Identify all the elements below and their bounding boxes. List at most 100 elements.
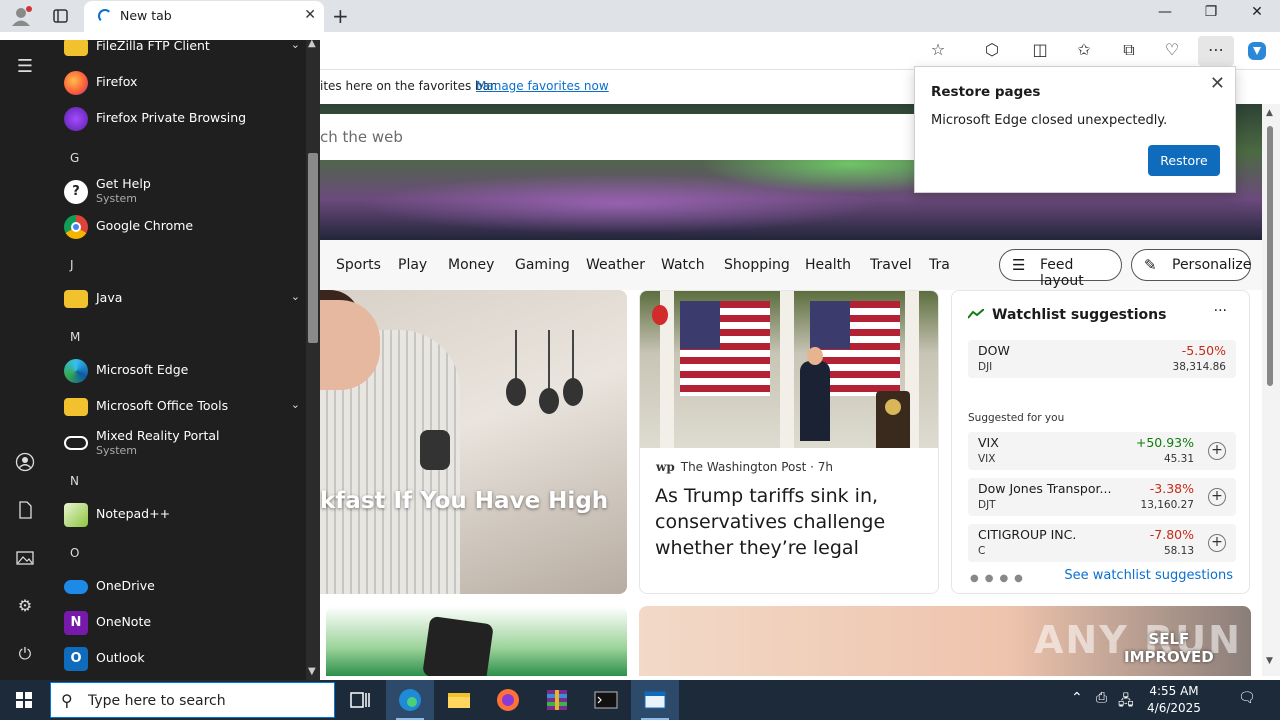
chevron-down-icon[interactable]: ⌄ xyxy=(291,398,300,411)
nav-item-health[interactable]: Health xyxy=(805,257,851,273)
app-onedrive[interactable]: OneDrive xyxy=(50,569,306,605)
news-card-main[interactable]: kfast If You Have High xyxy=(320,290,627,594)
add-icon[interactable]: + xyxy=(1208,488,1226,506)
taskbar-search-input[interactable]: ⚲ Type here to search xyxy=(50,682,335,718)
nav-item-sports[interactable]: Sports xyxy=(336,257,381,273)
app-mixed-reality[interactable]: Mixed Reality Portal System xyxy=(50,426,306,462)
app-firefox[interactable]: Firefox xyxy=(50,65,306,101)
manage-favorites-link[interactable]: Manage favorites now xyxy=(476,79,609,93)
task-view-icon[interactable] xyxy=(336,680,384,720)
app-office-tools[interactable]: Microsoft Office Tools ⌄ xyxy=(50,389,306,425)
taskbar-firefox-icon[interactable] xyxy=(484,680,532,720)
minimize-button[interactable]: — xyxy=(1142,4,1188,28)
power-icon[interactable]: ⏻ xyxy=(13,644,37,668)
news-card-phone[interactable] xyxy=(326,606,627,676)
letter-header-j[interactable]: J xyxy=(70,258,74,272)
page-scroll-thumb[interactable] xyxy=(1267,126,1273,386)
app-filezilla[interactable]: FileZilla FTP Client ⌄ xyxy=(50,40,306,65)
watchlist-row[interactable]: DOW DJI -5.50% 38,314.86 xyxy=(968,340,1236,378)
copilot-icon[interactable] xyxy=(1245,40,1269,62)
favorite-star-icon[interactable]: ☆ xyxy=(926,40,950,62)
collections-icon[interactable]: ⧉ xyxy=(1117,40,1141,62)
add-icon[interactable]: + xyxy=(1208,442,1226,460)
more-options-icon[interactable]: ··· xyxy=(1214,303,1227,319)
network-icon[interactable]: 🖧 xyxy=(1118,690,1134,714)
nav-item-play[interactable]: Play xyxy=(398,257,427,273)
letter-header-n[interactable]: N xyxy=(70,474,79,488)
taskbar-terminal-icon[interactable] xyxy=(582,680,630,720)
device-icon[interactable]: ⎙ xyxy=(1096,690,1107,706)
pictures-icon[interactable] xyxy=(13,548,37,572)
letter-header-o[interactable]: O xyxy=(70,546,79,560)
app-onenote[interactable]: N OneNote xyxy=(50,605,306,641)
performance-icon[interactable]: ♡ xyxy=(1160,40,1184,62)
news-card-trump[interactable]: wp The Washington Post · 7h As Trump tari… xyxy=(639,290,939,594)
app-notepad-plus-plus[interactable]: Notepad++ xyxy=(50,497,306,533)
settings-gear-icon[interactable]: ⚙ xyxy=(13,596,37,620)
feed-layout-button[interactable]: ☰ Feed layout xyxy=(999,249,1122,289)
taskbar-file-explorer-icon[interactable] xyxy=(435,680,483,720)
chrome-icon xyxy=(64,215,88,239)
scroll-up-icon[interactable]: ▲ xyxy=(308,38,316,49)
hamburger-menu-icon[interactable]: ☰ xyxy=(13,56,37,80)
pagination-dots[interactable]: ●●●● xyxy=(970,573,1029,584)
letter-header-g[interactable]: G xyxy=(70,151,79,165)
add-icon[interactable]: + xyxy=(1208,534,1226,552)
nav-item-money[interactable]: Money xyxy=(448,257,494,273)
profile-icon[interactable] xyxy=(10,5,32,27)
main-headline: kfast If You Have High xyxy=(320,488,609,514)
tab-actions-icon[interactable] xyxy=(52,7,70,25)
app-java[interactable]: Java ⌄ xyxy=(50,281,306,317)
taskbar-edge-icon[interactable] xyxy=(386,680,434,720)
documents-icon[interactable] xyxy=(13,500,37,524)
watchlist-row[interactable]: Dow Jones Transpor... DJT -3.38% 13,160.… xyxy=(968,478,1236,516)
close-dialog-icon[interactable]: ✕ xyxy=(1210,73,1225,94)
scroll-down-icon[interactable]: ▼ xyxy=(308,666,316,677)
app-get-help[interactable]: ? Get Help System xyxy=(50,174,306,210)
chevron-down-icon[interactable]: ⌄ xyxy=(291,290,300,303)
help-icon: ? xyxy=(64,180,88,204)
close-tab-icon[interactable]: ✕ xyxy=(304,7,316,23)
browser-titlebar: New tab ✕ + — ❐ ✕ xyxy=(0,0,1280,32)
notification-icon[interactable]: 🗨 xyxy=(1238,690,1256,706)
tab-new-tab[interactable]: New tab ✕ xyxy=(84,1,324,32)
personalize-button[interactable]: ✎ Personalize xyxy=(1131,249,1251,281)
chevron-down-icon[interactable]: ⌄ xyxy=(291,40,300,51)
close-window-button[interactable]: ✕ xyxy=(1234,4,1280,28)
app-microsoft-edge[interactable]: Microsoft Edge xyxy=(50,353,306,389)
see-watchlist-link[interactable]: See watchlist suggestions xyxy=(1064,568,1233,583)
new-tab-button[interactable]: + xyxy=(332,4,349,28)
firefox-private-icon xyxy=(64,107,88,131)
page-scrollbar[interactable]: ▲ ▼ xyxy=(1262,104,1280,676)
app-outlook[interactable]: O Outlook xyxy=(50,641,306,677)
watchlist-row[interactable]: VIX VIX +50.93% 45.31 + xyxy=(968,432,1236,470)
watchlist-row[interactable]: CITIGROUP INC. C -7.80% 58.13 + xyxy=(968,524,1236,562)
sliders-icon: ☰ xyxy=(1012,256,1026,274)
favorites-icon[interactable]: ✩ xyxy=(1072,40,1096,62)
clock[interactable]: 4:55 AM 4/6/2025 xyxy=(1144,683,1204,717)
nav-item-watch[interactable]: Watch xyxy=(661,257,705,273)
trend-icon xyxy=(968,309,984,319)
nav-item-gaming[interactable]: Gaming xyxy=(515,257,570,273)
start-menu-scrollbar[interactable]: ▲ ▼ xyxy=(306,38,320,680)
restore-button[interactable]: Restore xyxy=(1148,145,1220,176)
split-screen-icon[interactable]: ◫ xyxy=(1028,40,1052,62)
nav-item-truncated[interactable]: Tra xyxy=(929,257,950,273)
extensions-icon[interactable]: ⬡ xyxy=(980,40,1004,62)
app-firefox-private[interactable]: Firefox Private Browsing xyxy=(50,101,306,137)
windows-start-button[interactable] xyxy=(0,680,48,720)
web-search-input[interactable]: ch the web xyxy=(320,114,920,160)
restore-button[interactable]: ❐ xyxy=(1188,4,1234,28)
start-scroll-thumb[interactable] xyxy=(308,153,318,343)
app-google-chrome[interactable]: Google Chrome xyxy=(50,209,306,245)
letter-header-m[interactable]: M xyxy=(70,330,80,344)
show-hidden-icons-chevron-icon[interactable]: ⌃ xyxy=(1071,690,1083,706)
nav-item-weather[interactable]: Weather xyxy=(586,257,645,273)
taskbar-app-window-icon[interactable] xyxy=(631,680,679,720)
taskbar-winrar-icon[interactable] xyxy=(533,680,581,720)
settings-more-icon[interactable]: ⋯ xyxy=(1198,36,1234,66)
clock-date: 4/6/2025 xyxy=(1147,701,1201,715)
nav-item-travel[interactable]: Travel xyxy=(870,257,912,273)
user-account-icon[interactable] xyxy=(13,452,37,476)
nav-item-shopping[interactable]: Shopping xyxy=(724,257,790,273)
